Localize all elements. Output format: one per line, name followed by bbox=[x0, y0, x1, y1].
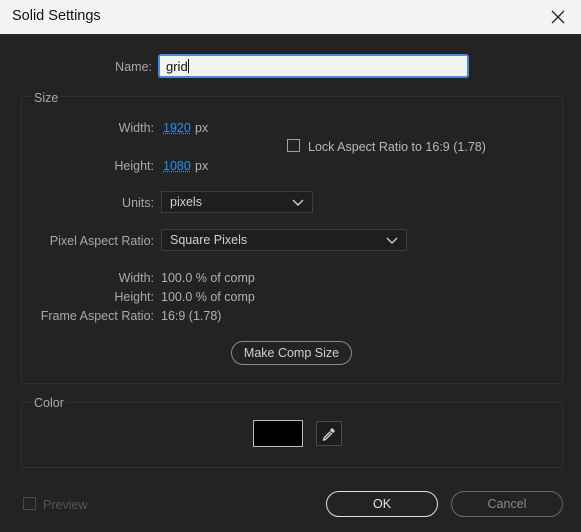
comp-width-label: Width: bbox=[118, 271, 154, 285]
title-bar: Solid Settings bbox=[0, 0, 581, 34]
height-label: Height: bbox=[114, 159, 154, 173]
eyedropper-button[interactable] bbox=[316, 421, 342, 446]
comp-height-label: Height: bbox=[114, 290, 154, 304]
make-comp-size-button[interactable]: Make Comp Size bbox=[231, 341, 352, 365]
frame-aspect-ratio-value: 16:9 (1.78) bbox=[161, 309, 222, 323]
ok-button[interactable]: OK bbox=[326, 491, 438, 517]
size-section-label: Size bbox=[32, 91, 61, 105]
units-value: pixels bbox=[170, 195, 202, 209]
name-input[interactable]: grid bbox=[158, 54, 469, 78]
eyedropper-icon bbox=[322, 427, 335, 441]
lock-aspect-label: Lock Aspect Ratio to 16:9 (1.78) bbox=[308, 140, 486, 154]
lock-aspect-checkbox[interactable] bbox=[287, 139, 300, 152]
units-dropdown[interactable]: pixels bbox=[161, 191, 313, 213]
color-section-label: Color bbox=[32, 396, 66, 410]
comp-height-value: 100.0 % of comp bbox=[161, 290, 255, 304]
text-cursor bbox=[187, 59, 189, 73]
comp-width-value: 100.0 % of comp bbox=[161, 271, 255, 285]
make-comp-size-label: Make Comp Size bbox=[243, 346, 340, 360]
name-input-value: grid bbox=[166, 59, 188, 74]
pixel-aspect-ratio-label: Pixel Aspect Ratio: bbox=[49, 234, 154, 248]
preview-label: Preview bbox=[43, 498, 88, 512]
width-unit: px bbox=[195, 121, 209, 135]
pixel-aspect-ratio-dropdown[interactable]: Square Pixels bbox=[161, 229, 407, 251]
ok-label: OK bbox=[372, 497, 392, 511]
width-value[interactable]: 1920 bbox=[163, 121, 191, 135]
cancel-button[interactable]: Cancel bbox=[451, 491, 563, 517]
name-label: Name: bbox=[115, 60, 152, 74]
color-swatch[interactable] bbox=[253, 420, 303, 447]
chevron-down-icon bbox=[292, 199, 304, 206]
preview-checkbox[interactable] bbox=[23, 497, 36, 510]
chevron-down-icon bbox=[386, 237, 398, 244]
window-title: Solid Settings bbox=[12, 8, 101, 24]
units-label: Units: bbox=[122, 196, 154, 210]
pixel-aspect-ratio-value: Square Pixels bbox=[170, 233, 248, 247]
close-icon bbox=[551, 10, 565, 24]
close-button[interactable] bbox=[535, 0, 581, 34]
height-unit: px bbox=[195, 159, 209, 173]
width-label: Width: bbox=[118, 121, 154, 135]
cancel-label: Cancel bbox=[487, 497, 527, 511]
frame-aspect-ratio-label: Frame Aspect Ratio: bbox=[40, 309, 154, 323]
height-value[interactable]: 1080 bbox=[163, 159, 191, 173]
